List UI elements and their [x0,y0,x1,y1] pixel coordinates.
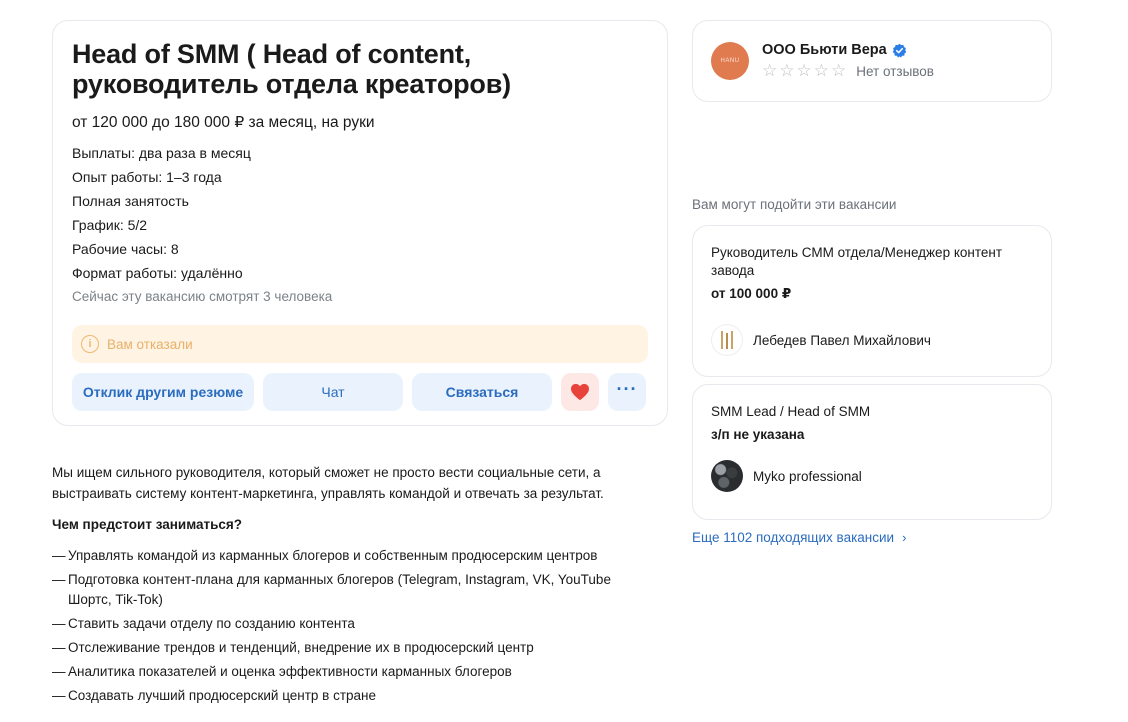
company-logo-icon [721,331,733,349]
suggested-vacancy-card[interactable]: SMM Lead / Head of SMM з/п не указана My… [692,384,1052,520]
chevron-right-icon: › [902,530,907,545]
contact-button[interactable]: Связаться [412,373,552,411]
vacancy-title: Head of SMM ( Head of content, руководит… [72,39,511,99]
star-icon: ☆ [813,61,829,80]
company-name: Лебедев Павел Михайлович [753,332,931,348]
rating: ☆ ☆ ☆ ☆ ☆ Нет отзывов [762,62,934,80]
vacancy-card: Head of SMM ( Head of content, руководит… [52,20,668,426]
reviews-count[interactable]: Нет отзывов [856,64,934,79]
description-intro: Мы ищем сильного руководителя, который с… [52,465,604,501]
vacancy-actions: Отклик другим резюме Чат Связаться ··· [72,373,648,411]
suggested-vacancy-company: Myko professional [711,460,1033,492]
chat-button[interactable]: Чат [263,373,403,411]
verified-icon [892,43,906,57]
more-options-button[interactable]: ··· [608,373,646,411]
suggested-vacancy-card[interactable]: Руководитель СММ отдела/Менеджер контент… [692,225,1052,377]
star-icon: ☆ [762,61,778,80]
rejection-text: Вам отказали [107,336,193,352]
list-item: — Подготовка контент-плана для карманных … [52,572,611,607]
list-item: — Ставить задачи отделу по созданию конте… [52,616,355,631]
rejection-banner: i Вам отказали [72,325,648,363]
viewers-count: Сейчас эту вакансию смотрят 3 человека [72,289,333,304]
fact-work-format: Формат работы: удалённо [72,265,243,281]
fact-schedule: График: 5/2 [72,217,148,233]
fact-employment: Полная занятость [72,193,189,209]
favorite-button[interactable] [561,373,599,411]
star-icon: ☆ [831,61,847,80]
more-vacancies-label: Еще 1102 подходящих вакансии [692,530,895,545]
vacancy-facts: Выплаты: два раза в месяц Опыт работы: 1… [72,141,648,309]
suggested-vacancy-company: Лебедев Павел Михайлович [711,324,1033,356]
company-name: Myko professional [753,468,862,484]
employer-info: ООО Бьюти Вера ☆ ☆ ☆ ☆ ☆ Нет отзывов [762,42,934,80]
star-icon: ☆ [796,61,812,80]
heart-icon [571,383,589,401]
company-logo [711,324,743,356]
fact-experience: Опыт работы: 1–3 года [72,169,222,185]
star-icon: ☆ [779,61,795,80]
list-item: — Управлять командой из карманных блогеро… [52,548,598,563]
list-item: — Создавать лучший продюсерский центр в с… [52,688,377,703]
info-icon: i [81,335,99,353]
employer-logo: HANU [711,42,749,80]
company-logo [711,460,743,492]
suggestions-title: Вам могут подойти эти вакансии [692,197,897,212]
more-dots-icon: ··· [616,379,638,399]
respond-other-resume-button[interactable]: Отклик другим резюме [72,373,254,411]
vacancy-salary: от 120 000 до 180 000 ₽ за месяц, на рук… [72,114,375,131]
fact-hours: Рабочие часы: 8 [72,241,179,257]
employer-card[interactable]: HANU ООО Бьюти Вера ☆ ☆ ☆ ☆ ☆ Нет отзыво… [692,20,1052,102]
vacancy-description: Мы ищем сильного руководителя, который с… [52,462,652,710]
suggested-vacancy-salary: з/п не указана [711,427,805,442]
suggested-vacancy-salary: от 100 000 ₽ [711,286,792,301]
list-item: — Аналитика показателей и оценка эффектив… [52,664,512,679]
duties-list: — Управлять командой из карманных блогеро… [52,546,652,706]
fact-payments: Выплаты: два раза в месяц [72,145,251,161]
employer-name[interactable]: ООО Бьюти Вера [762,42,887,58]
suggested-vacancy-title[interactable]: Руководитель СММ отдела/Менеджер контент… [711,244,1033,280]
description-heading: Чем предстоит заниматься? [52,517,243,532]
more-vacancies-link[interactable]: Еще 1102 подходящих вакансии › [692,530,906,545]
suggested-vacancy-title[interactable]: SMM Lead / Head of SMM [711,403,1033,421]
list-item: — Отслеживание трендов и тенденций, внедр… [52,640,534,655]
